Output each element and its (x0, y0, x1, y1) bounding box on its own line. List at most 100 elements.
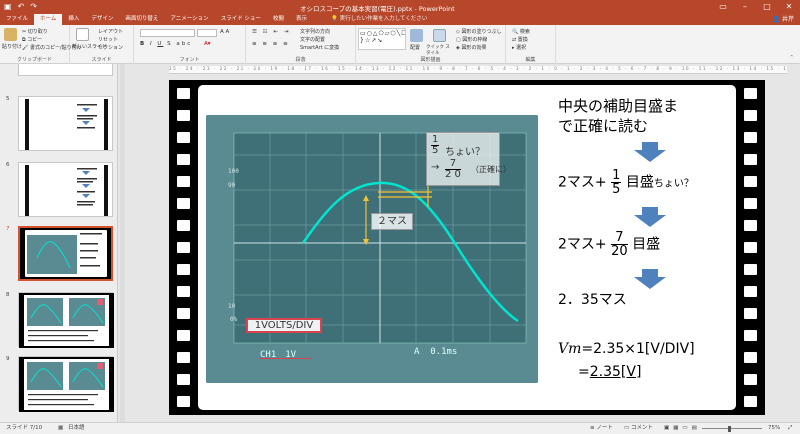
section-button[interactable]: セクション (98, 44, 123, 51)
tab-design[interactable]: デザイン (85, 14, 119, 25)
smartart-button[interactable]: SmartArt に変換 (300, 44, 339, 51)
slide-7[interactable]: 100 90 10 0% 15 ちょい？ → 72 0 （正確に） ２マス 1VOLT… (169, 80, 765, 415)
slide-thumbnail-7-selected[interactable] (18, 226, 113, 281)
user-account[interactable]: 👤 井芹 (773, 14, 794, 25)
svg-text:0%: 0% (230, 316, 238, 323)
down-arrow-3 (634, 269, 666, 289)
font-grow-icon[interactable]: A A (220, 29, 229, 35)
slide-thumbnail-pane: 5 6 7 8 9 (0, 64, 118, 422)
fit-slide-icon[interactable]: ⤢ (788, 423, 792, 434)
notes-button[interactable]: ≡ ノート (590, 423, 613, 434)
close-button[interactable]: ✕ (778, 0, 800, 14)
new-slide-icon[interactable] (76, 28, 89, 41)
slides-group-label: スライド (91, 57, 112, 63)
ribbon: 貼り付け ✂ 切り取り ⧉ コピー 🖌 書式のコピー/貼り付け クリップボード … (0, 25, 800, 64)
shape-outline-button[interactable]: ▢ 図形の枠線 (456, 36, 487, 43)
slide-thumbnail-8[interactable] (18, 292, 114, 348)
language-indicator[interactable]: 日本語 (68, 423, 85, 434)
collapse-ribbon-icon[interactable]: ⌃ (789, 55, 794, 61)
svg-text:90: 90 (228, 182, 236, 189)
two-squares-label: ２マス (371, 213, 413, 230)
zoom-level[interactable]: 75% (768, 423, 780, 434)
thumb-8-content (19, 293, 114, 348)
fraction-callout: 15 ちょい？ → 72 0 （正確に） (426, 132, 511, 186)
drawing-group-label: 図形描画 (420, 57, 441, 63)
tab-view[interactable]: 表示 (290, 14, 313, 25)
editing-group: 🔍 検索 ⇄ 置換 ▸ 選択 編集 (506, 25, 556, 64)
quick-styles-icon[interactable] (433, 29, 446, 42)
clipboard-group-label: クリップボード (16, 57, 52, 63)
tell-me-search[interactable]: 💡 実行したい作業を入力してください (331, 14, 427, 25)
comments-button[interactable]: ▭ コメント (624, 423, 653, 434)
redo-icon[interactable]: ↷ (30, 2, 37, 11)
slide-thumbnail-6[interactable] (18, 162, 113, 217)
minimize-button[interactable]: – (734, 0, 756, 14)
thumb-number: 5 (6, 96, 10, 102)
thumbnail-scrollbar[interactable] (120, 64, 125, 422)
tab-transitions[interactable]: 画面切り替え (119, 14, 164, 25)
align-buttons[interactable]: ≡ ≡ ≡ ≡ (252, 41, 290, 47)
svg-text:10: 10 (228, 303, 236, 310)
equation-line-2: =2.35[V] (578, 364, 642, 380)
down-arrow-2 (634, 207, 666, 227)
film-holes-right (739, 80, 762, 415)
font-family-combo[interactable] (140, 29, 195, 37)
slide-thumbnail-9[interactable] (18, 356, 114, 412)
replace-button[interactable]: ⇄ 置換 (512, 36, 528, 43)
paste-button[interactable]: 貼り付け (2, 43, 22, 50)
align-text-button[interactable]: 文字の配置 (300, 36, 325, 43)
status-bar: スライド 7/10 ▦ 日本語 ≡ ノート ▭ コメント ▣▦▭▤ 75% ⤢ (0, 422, 800, 434)
ribbon-tabs: ファイル ホーム 挿入 デザイン 画面切り替え アニメーション スライド ショー… (0, 14, 800, 25)
zoom-slider[interactable] (702, 428, 762, 429)
font-group: A A B I U S abc A▾ フォント (134, 25, 246, 64)
maximize-button[interactable]: □ (756, 0, 778, 14)
layout-button[interactable]: レイアウト (98, 28, 123, 35)
shapes-gallery[interactable]: ▭○△⬠▱⬡╲☐▶◇⌒{ }☆↗↘ (358, 28, 406, 50)
find-button[interactable]: 🔍 検索 (512, 28, 530, 35)
slide-thumbnail-partial[interactable] (18, 64, 113, 76)
save-icon[interactable]: ▣ (4, 2, 12, 11)
thumb-number: 9 (6, 356, 10, 362)
editing-group-label: 編集 (525, 57, 536, 63)
scope-time-readout: A 0.1ms (414, 347, 458, 357)
zoom-slider-thumb[interactable] (728, 426, 731, 432)
slide-thumbnail-5[interactable] (18, 96, 113, 151)
arrange-button[interactable]: 配置 (410, 44, 420, 51)
select-button[interactable]: ▸ 選択 (512, 44, 526, 51)
arrange-icon[interactable] (410, 29, 423, 42)
tab-file[interactable]: ファイル (0, 14, 34, 25)
view-buttons[interactable]: ▣▦▭▤ (664, 423, 701, 434)
font-color-icon[interactable]: A▾ (204, 41, 211, 47)
window-title: オシロスコープの基本実習(電圧).pptx - PowerPoint (300, 5, 455, 13)
undo-icon[interactable]: ↶ (18, 2, 25, 11)
tab-insert[interactable]: 挿入 (62, 14, 85, 25)
drawing-group: ▭○△⬠▱⬡╲☐▶◇⌒{ }☆↗↘ 配置 クイック スタイル ◇ 図形の塗りつぶ… (356, 25, 506, 64)
font-size-combo[interactable] (197, 29, 217, 37)
tab-animations[interactable]: アニメーション (164, 14, 214, 25)
tab-review[interactable]: 校閲 (267, 14, 290, 25)
font-format-buttons[interactable]: B I U S abc (140, 41, 192, 47)
slides-group: 新しいスライド レイアウト リセット セクション スライド (70, 25, 134, 64)
shape-effects-button[interactable]: ◈ 図形の効果 (456, 44, 486, 51)
step-3: 2．35マス (558, 292, 627, 308)
volts-div-label: 1VOLTS/DIV (246, 318, 322, 333)
underline-mark (260, 358, 312, 359)
thumb-number: 7 (6, 226, 10, 232)
cut-button[interactable]: ✂ 切り取り (22, 28, 48, 35)
paste-icon[interactable] (4, 28, 17, 41)
spellcheck-icon[interactable]: ▦ (58, 423, 63, 434)
quick-styles-button[interactable]: クイック スタイル (426, 44, 454, 56)
tab-home[interactable]: ホーム (34, 14, 63, 25)
heading-line-1: 中央の補助目盛ま (558, 97, 679, 115)
thumb-7-content (20, 228, 111, 279)
tab-slideshow[interactable]: スライド ショー (215, 14, 267, 25)
reset-button[interactable]: リセット (98, 36, 118, 43)
step-1: 2マス+ 15 目盛ちょい？ (558, 168, 694, 197)
copy-button[interactable]: ⧉ コピー (22, 36, 42, 43)
shape-fill-button[interactable]: ◇ 図形の塗りつぶし (456, 28, 502, 35)
paragraph-group-label: 段落 (295, 57, 306, 63)
horizontal-ruler: 25 · 24 · 23 · 22 · 21 · 20 · 19 · 18 · … (169, 66, 787, 74)
text-direction-button[interactable]: 文字列の方向 (300, 28, 330, 35)
ribbon-options-icon[interactable]: ▭ (712, 0, 734, 14)
list-buttons[interactable]: ☰ ☷ ⇤ ⇥ (252, 29, 290, 35)
